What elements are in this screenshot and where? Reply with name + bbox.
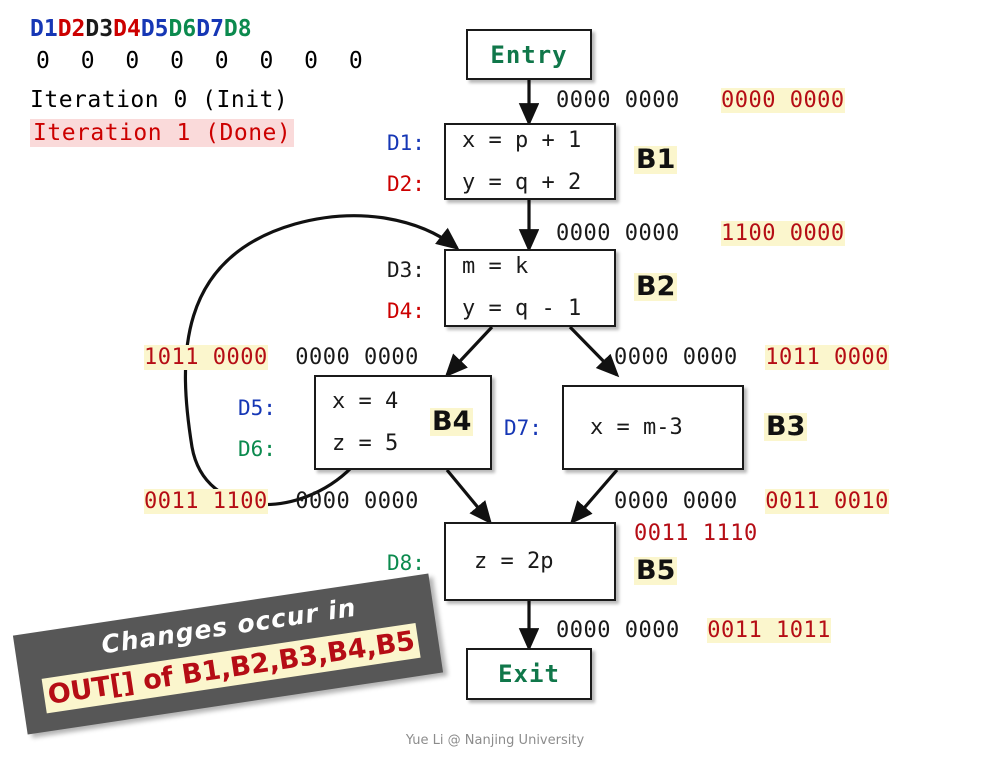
bitvector-b4-out: 0011 1100 0000 0000 <box>144 489 419 514</box>
block-tag-b3: B3 <box>764 411 808 442</box>
def-label-d1: D1: <box>387 131 425 155</box>
edge-b3-b5 <box>569 468 619 525</box>
bits-red: 0011 0010 <box>765 489 889 514</box>
bits-red: 0011 1011 <box>707 618 831 643</box>
block-tag-b5: B5 <box>634 555 678 586</box>
legend-def-d8: D8 <box>223 16 252 42</box>
legend-def-d6: D6 <box>168 16 197 42</box>
bits-red: 1011 0000 <box>144 345 268 370</box>
stmt-d1: x = p + 1 <box>462 127 582 153</box>
bits-red: 0011 1100 <box>144 489 268 514</box>
legend-bitvector: 0 0 0 0 0 0 0 0 <box>36 48 372 74</box>
legend-def-d4: D4 <box>113 16 141 42</box>
legend-def-d1: D1 <box>30 16 58 42</box>
bits-black: 0000 0000 <box>295 489 419 514</box>
def-label-d8: D8: <box>387 551 425 575</box>
bits-red: 1100 0000 <box>720 221 845 246</box>
bitvector-entry-out: 0000 0000 0000 0000 <box>556 88 845 113</box>
def-label-d3: D3: <box>387 258 425 282</box>
bitvector-b2-out-right: 0000 0000 1011 0000 <box>614 345 889 370</box>
bits-black: 0000 0000 <box>556 221 680 246</box>
bits-black: 0000 0000 <box>295 345 419 370</box>
node-b1: x = p + 1 y = q + 2 <box>444 123 616 200</box>
block-tag-b4: B4 <box>430 406 474 437</box>
footer-attribution: Yue Li @ Nanjing University <box>405 733 585 748</box>
callout-banner: Changes occur in OUT[] of B1,B2,B3,B4,B5 <box>12 573 444 735</box>
bitvector-b2-out-left: 1011 0000 0000 0000 <box>144 345 419 370</box>
stmt-d2: y = q + 2 <box>462 169 582 195</box>
node-b3: x = m-3 <box>562 385 744 470</box>
entry-label: Entry <box>490 40 568 69</box>
def-label-d2: D2: <box>387 172 425 196</box>
legend-def-d7: D7 <box>196 16 224 42</box>
edge-b4-b5 <box>445 468 493 525</box>
def-label-d4: D4: <box>387 299 425 323</box>
iteration-1-label: Iteration 1 (Done) <box>30 119 295 147</box>
node-entry: Entry <box>466 29 592 80</box>
stmt-d7: x = m-3 <box>590 414 683 440</box>
bits-black: 0000 0000 <box>556 618 680 643</box>
bitvector-b5-out: 0000 0000 0011 1011 <box>556 618 831 643</box>
exit-label: Exit <box>498 660 560 688</box>
node-b5: z = 2p <box>444 522 616 601</box>
stmt-d5: x = 4 <box>332 388 399 414</box>
stmt-d4: y = q - 1 <box>462 296 582 321</box>
bits-red: 1011 0000 <box>765 345 889 370</box>
edge-b2-b3 <box>568 325 620 378</box>
stmt-d6: z = 5 <box>332 430 399 456</box>
iteration-0-label: Iteration 0 (Init) <box>30 87 289 113</box>
bits-red: 0000 0000 <box>720 88 845 113</box>
bitvector-b5-in-extra: 0011 1110 <box>634 521 758 546</box>
bits-black: 0000 0000 <box>614 489 738 514</box>
def-label-d6: D6: <box>238 437 276 461</box>
legend-def-d5: D5 <box>140 16 169 42</box>
stmt-d3: m = k <box>462 254 529 279</box>
bitvector-b3-out: 0000 0000 0011 0010 <box>614 489 889 514</box>
bits-black: 0000 0000 <box>556 88 680 113</box>
def-label-d7: D7: <box>504 416 542 440</box>
legend-def-d3: D3 <box>85 16 114 42</box>
legend-definitions: D1D2D3D4D5D6D7D8 <box>30 16 252 42</box>
block-tag-b1: B1 <box>634 144 678 175</box>
legend-def-d2: D2 <box>57 16 86 42</box>
node-exit: Exit <box>466 648 592 700</box>
node-b2: m = k y = q - 1 <box>444 249 616 327</box>
bits-black: 0000 0000 <box>614 345 738 370</box>
def-label-d5: D5: <box>238 396 276 420</box>
stmt-d8: z = 2p <box>474 548 554 574</box>
block-tag-b2: B2 <box>634 271 678 302</box>
bitvector-b1-out: 0000 0000 1100 0000 <box>556 221 845 246</box>
edge-b2-b4 <box>444 325 494 378</box>
